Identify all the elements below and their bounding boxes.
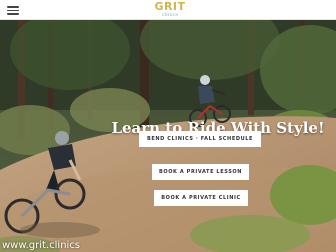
bend-clinics-schedule-button[interactable]: BEND CLINICS · FALL SCHEDULE (139, 131, 261, 147)
site-url-watermark: www.grit.clinics (2, 240, 81, 251)
book-private-clinic-button[interactable]: BOOK A PRIVATE CLINIC (154, 190, 248, 206)
site-header: GRIT clinics (0, 0, 336, 20)
logo-wordmark: GRIT (154, 0, 186, 13)
site-logo[interactable]: GRIT clinics (150, 1, 190, 19)
book-private-lesson-button[interactable]: BOOK A PRIVATE LESSON (152, 164, 249, 180)
menu-icon[interactable] (7, 6, 19, 15)
